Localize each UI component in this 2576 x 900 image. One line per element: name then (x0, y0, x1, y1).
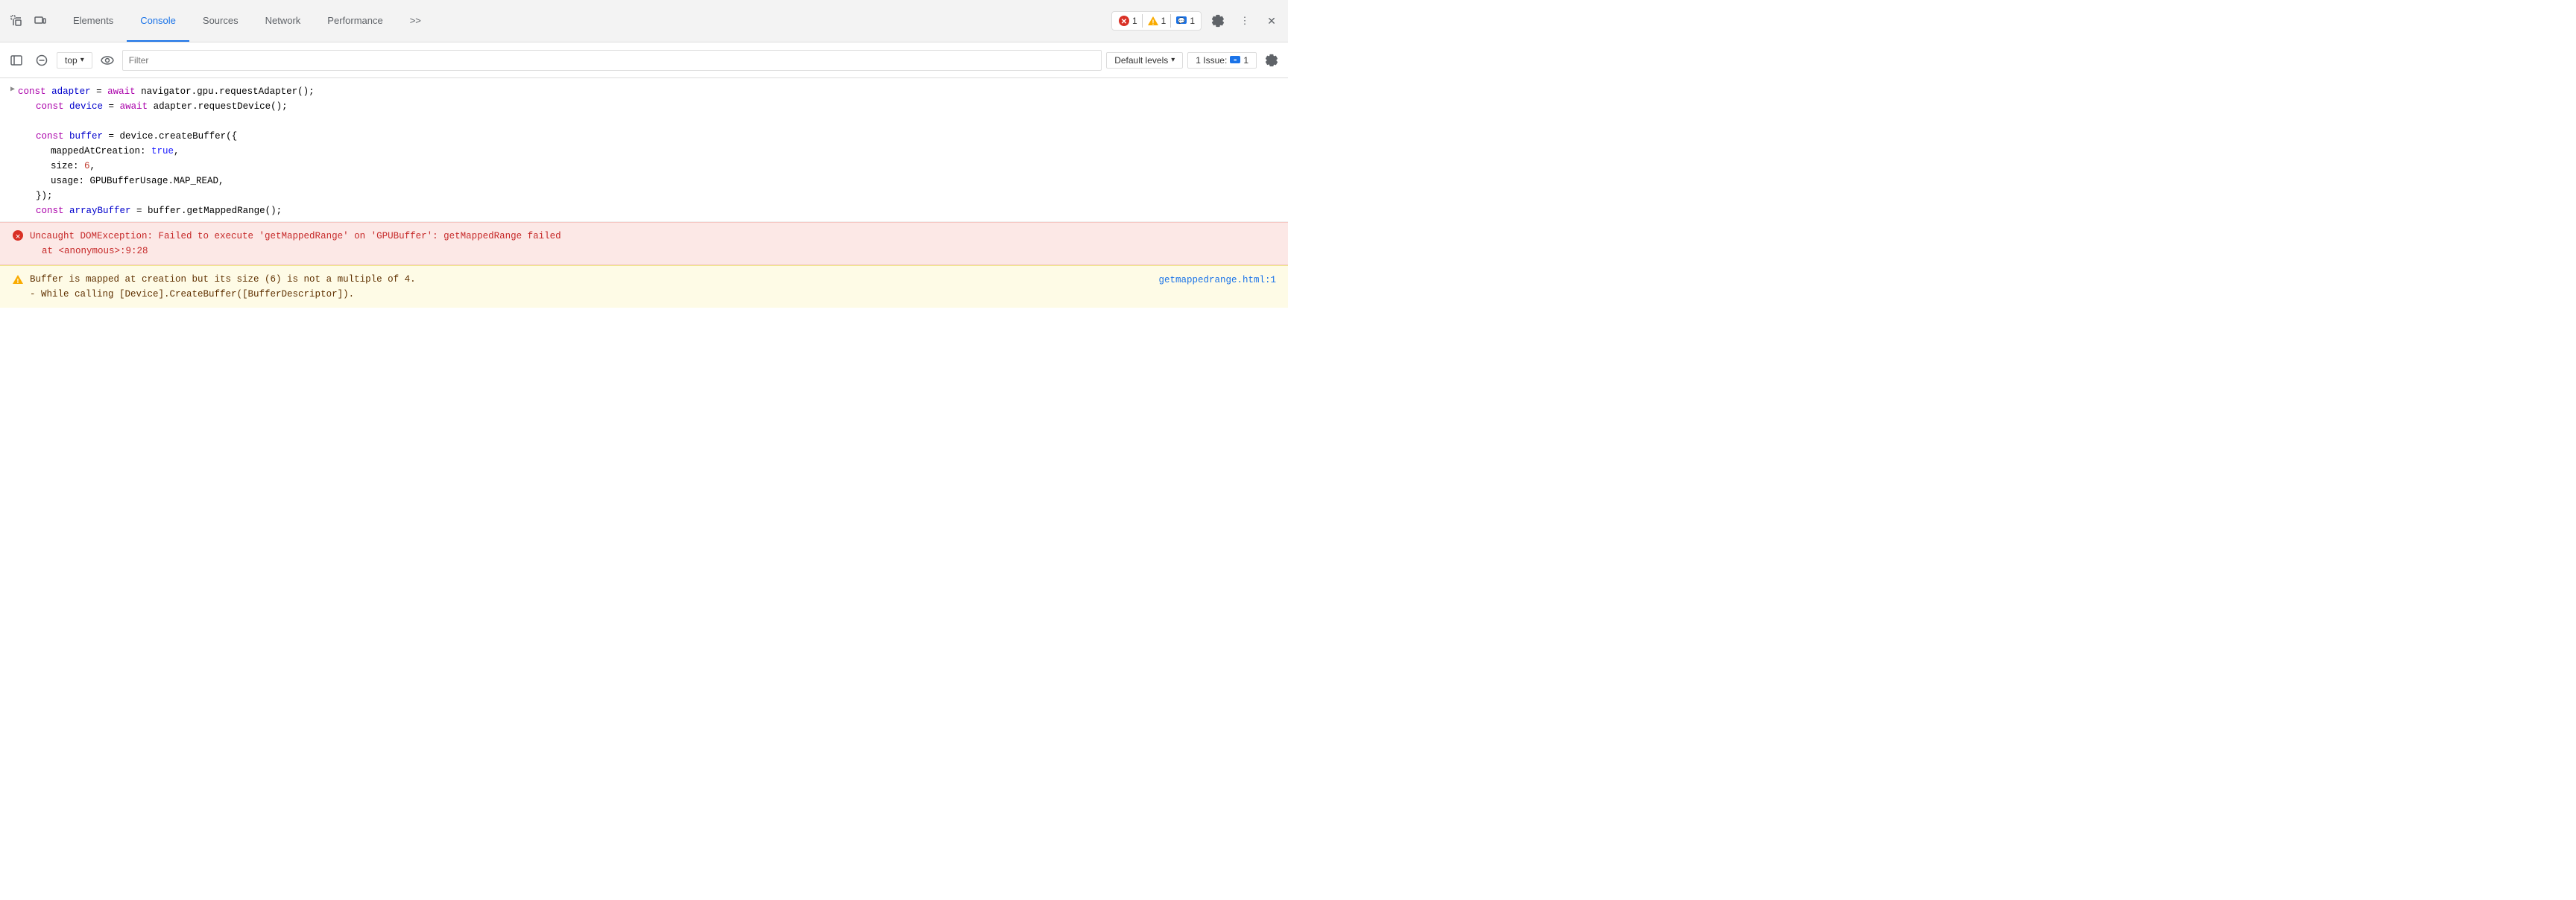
code-line-1: ▶ const adapter = await navigator.gpu.re… (24, 84, 1276, 99)
close-button[interactable]: ✕ (1261, 10, 1282, 31)
filter-input[interactable] (122, 50, 1102, 71)
tab-list: Elements Console Sources Network Perform… (60, 0, 435, 42)
context-selector[interactable]: top ▾ (57, 52, 92, 69)
svg-text:✕: ✕ (16, 233, 21, 242)
code-block: ▶ const adapter = await navigator.gpu.re… (0, 78, 1288, 222)
tab-console[interactable]: Console (127, 0, 189, 42)
code-line-5: size: 6, (51, 159, 1276, 174)
eye-icon (101, 54, 114, 66)
toolbar-right: ✕ 1 ! 1 💬 1 (1111, 10, 1282, 31)
second-toolbar: top ▾ Default levels ▾ 1 Issue: ≡ 1 (0, 42, 1288, 78)
clear-console-button[interactable] (31, 50, 52, 71)
svg-text:!: ! (1152, 19, 1154, 26)
code-line-2: const device = await adapter.requestDevi… (36, 99, 1276, 114)
tab-more[interactable]: >> (397, 0, 435, 42)
console-content: ▶ const adapter = await navigator.gpu.re… (0, 78, 1288, 450)
warn-block: ! Buffer is mapped at creation but its s… (0, 265, 1288, 308)
code-line-7: }); (36, 188, 1276, 203)
info-badge: 💬 1 (1175, 16, 1195, 26)
warn-icon: ! (12, 273, 24, 285)
warn-message: Buffer is mapped at creation but its siz… (30, 272, 1152, 302)
console-gear-icon (1265, 54, 1278, 67)
error-circle-icon: ✕ (1118, 15, 1130, 27)
default-levels-button[interactable]: Default levels ▾ (1106, 52, 1183, 69)
warn-source-link[interactable]: getmappedrange.html:1 (1158, 272, 1276, 288)
svg-text:≡: ≡ (1234, 58, 1237, 63)
sidebar-toggle-icon (10, 54, 22, 66)
clear-icon (36, 54, 48, 66)
live-expressions-button[interactable] (97, 50, 118, 71)
svg-text:✕: ✕ (1121, 18, 1127, 26)
tab-performance[interactable]: Performance (314, 0, 396, 42)
warn-badge: ! 1 (1147, 15, 1167, 27)
chevron-down-icon: ▾ (80, 56, 84, 64)
toolbar-icons (6, 10, 51, 31)
device-toolbar-button[interactable] (30, 10, 51, 31)
error-icon: ✕ (12, 229, 24, 241)
more-options-button[interactable]: ⋮ (1234, 10, 1255, 31)
error-block: ✕ Uncaught DOMException: Failed to execu… (0, 222, 1288, 265)
svg-text:💬: 💬 (1178, 17, 1185, 25)
badge-divider-2 (1170, 14, 1171, 28)
expand-arrow[interactable]: ▶ (10, 84, 15, 96)
toggle-sidebar-button[interactable] (6, 50, 27, 71)
issue-button[interactable]: 1 Issue: ≡ 1 (1187, 52, 1257, 69)
code-line-3: const buffer = device.createBuffer({ (36, 129, 1276, 144)
badge-group[interactable]: ✕ 1 ! 1 💬 1 (1111, 11, 1202, 31)
gear-icon (1211, 14, 1225, 28)
settings-button[interactable] (1208, 10, 1228, 31)
levels-chevron-icon: ▾ (1171, 56, 1175, 64)
tab-network[interactable]: Network (252, 0, 315, 42)
error-message: Uncaught DOMException: Failed to execute… (30, 229, 561, 259)
warn-triangle-icon: ! (1147, 15, 1159, 27)
code-line-6: usage: GPUBufferUsage.MAP_READ, (51, 174, 1276, 188)
issue-chat-icon: ≡ (1230, 56, 1240, 65)
info-chat-icon: 💬 (1175, 16, 1187, 26)
svg-text:!: ! (16, 278, 19, 285)
top-toolbar: Elements Console Sources Network Perform… (0, 0, 1288, 42)
tab-sources[interactable]: Sources (189, 0, 252, 42)
tab-elements[interactable]: Elements (60, 0, 127, 42)
badge-divider-1 (1142, 14, 1143, 28)
error-badge: ✕ 1 (1118, 15, 1137, 27)
inspect-element-button[interactable] (6, 10, 27, 31)
code-line-4: mappedAtCreation: true, (51, 144, 1276, 159)
code-line-8: const arrayBuffer = buffer.getMappedRang… (36, 203, 1276, 218)
console-settings-button[interactable] (1261, 50, 1282, 71)
